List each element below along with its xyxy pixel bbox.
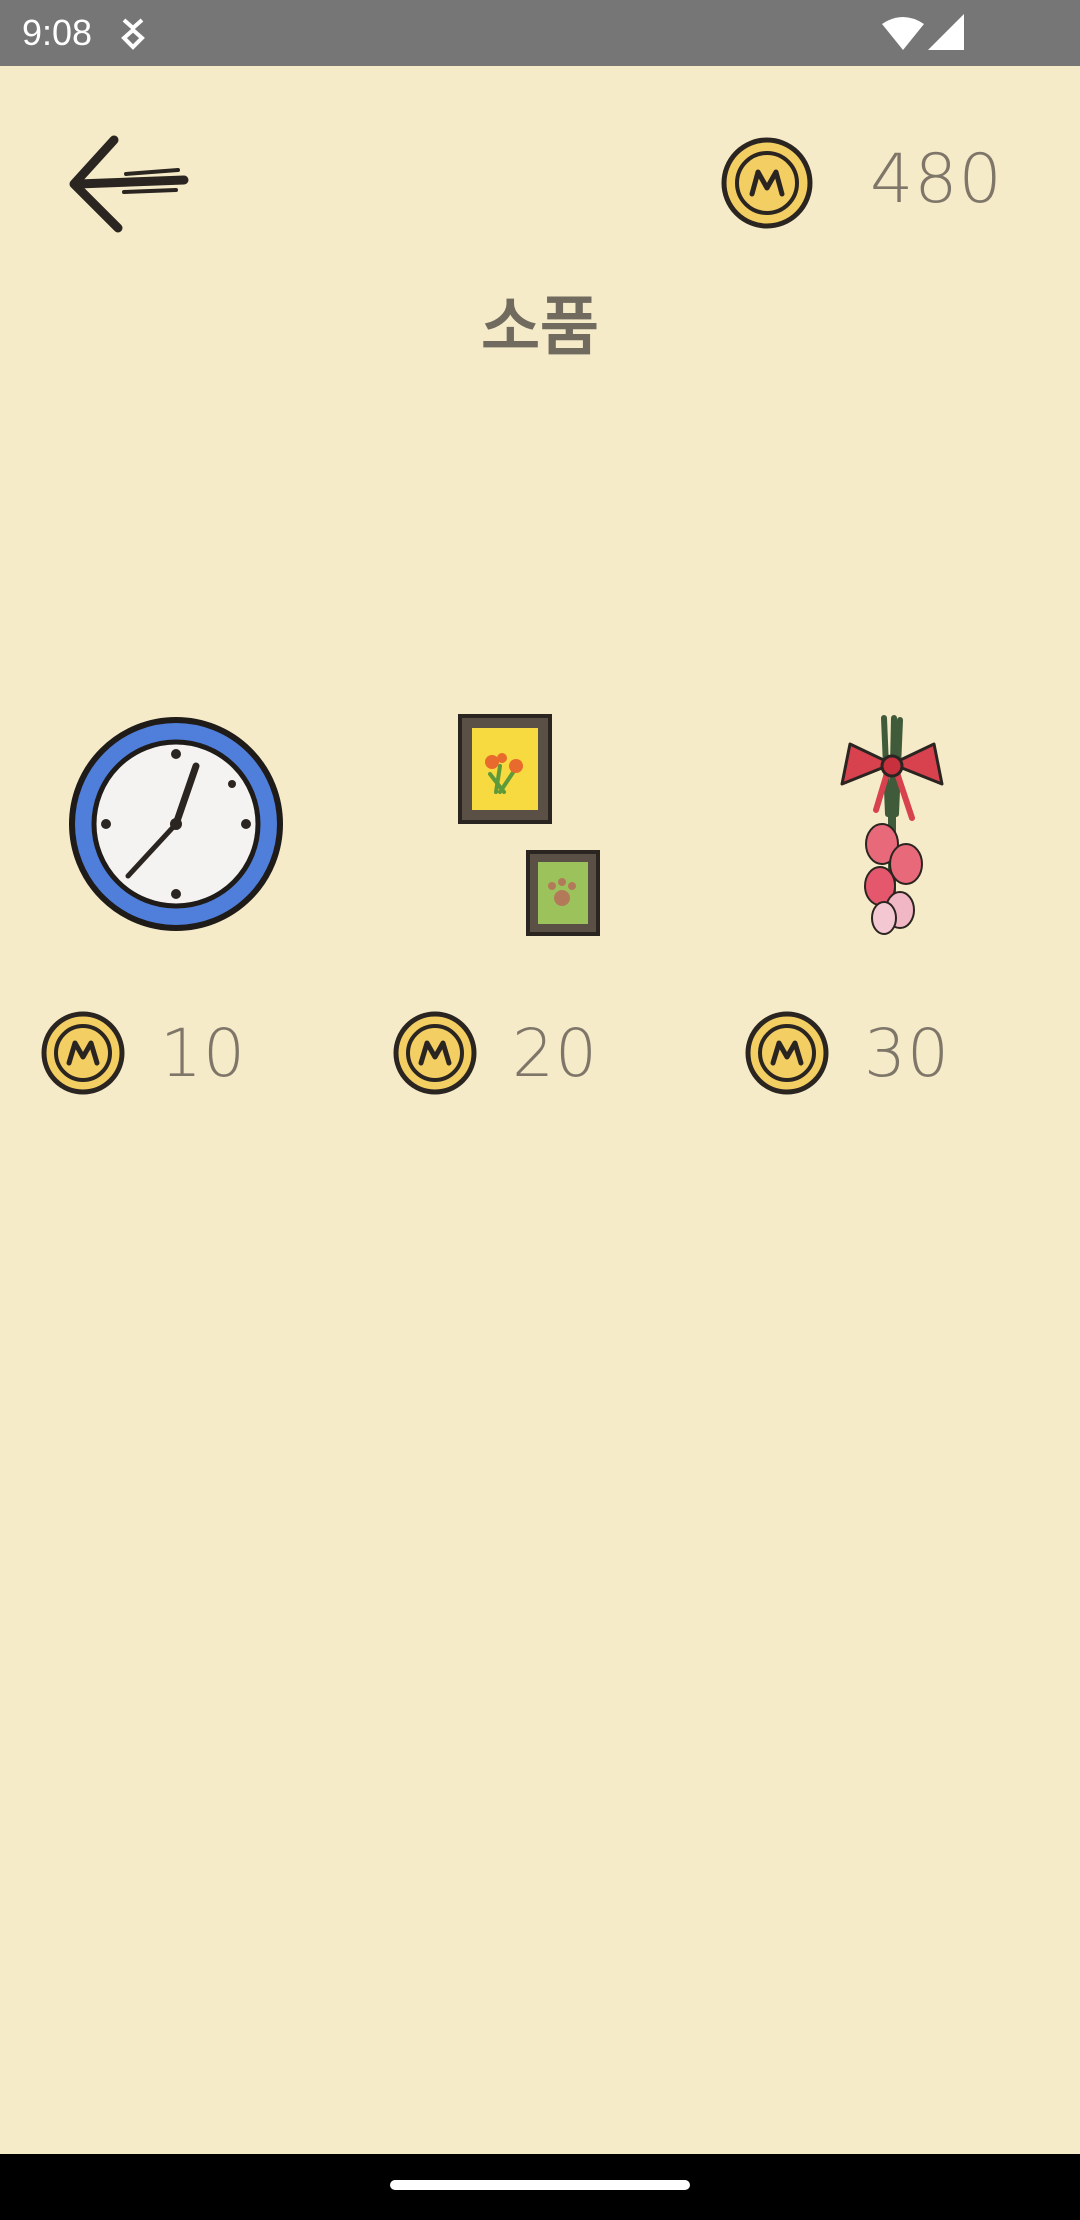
clock-icon — [69, 717, 283, 931]
price-label: 30 — [864, 1015, 950, 1092]
product-flower-bouquet[interactable] — [836, 714, 948, 940]
wifi-icon — [882, 17, 924, 50]
notification-icon — [121, 18, 145, 50]
price-row-clock: 10 — [40, 1010, 260, 1100]
coin-icon — [393, 1011, 477, 1095]
price-row-picture-frames: 20 — [392, 1010, 612, 1100]
product-clock[interactable] — [66, 714, 286, 934]
cell-signal-icon — [928, 14, 964, 50]
coin-balance: 480 — [870, 140, 1003, 219]
back-arrow-icon — [69, 135, 189, 233]
price-label: 10 — [160, 1015, 246, 1092]
price-label: 20 — [512, 1015, 598, 1092]
coin-icon — [41, 1011, 125, 1095]
navigation-bar — [0, 2154, 1080, 2220]
picture-frames-icon — [458, 714, 600, 936]
page-title: 소품 — [481, 291, 599, 365]
product-picture-frames[interactable] — [456, 712, 606, 938]
status-time: 9:08 — [22, 12, 93, 53]
coin-icon — [721, 137, 813, 229]
back-button[interactable] — [66, 132, 192, 236]
flower-bouquet-icon — [840, 715, 944, 935]
price-row-flower-bouquet: 30 — [744, 1010, 964, 1100]
status-bar: 9:08 — [0, 0, 1080, 66]
coin-icon — [745, 1011, 829, 1095]
home-indicator[interactable] — [390, 2180, 690, 2190]
